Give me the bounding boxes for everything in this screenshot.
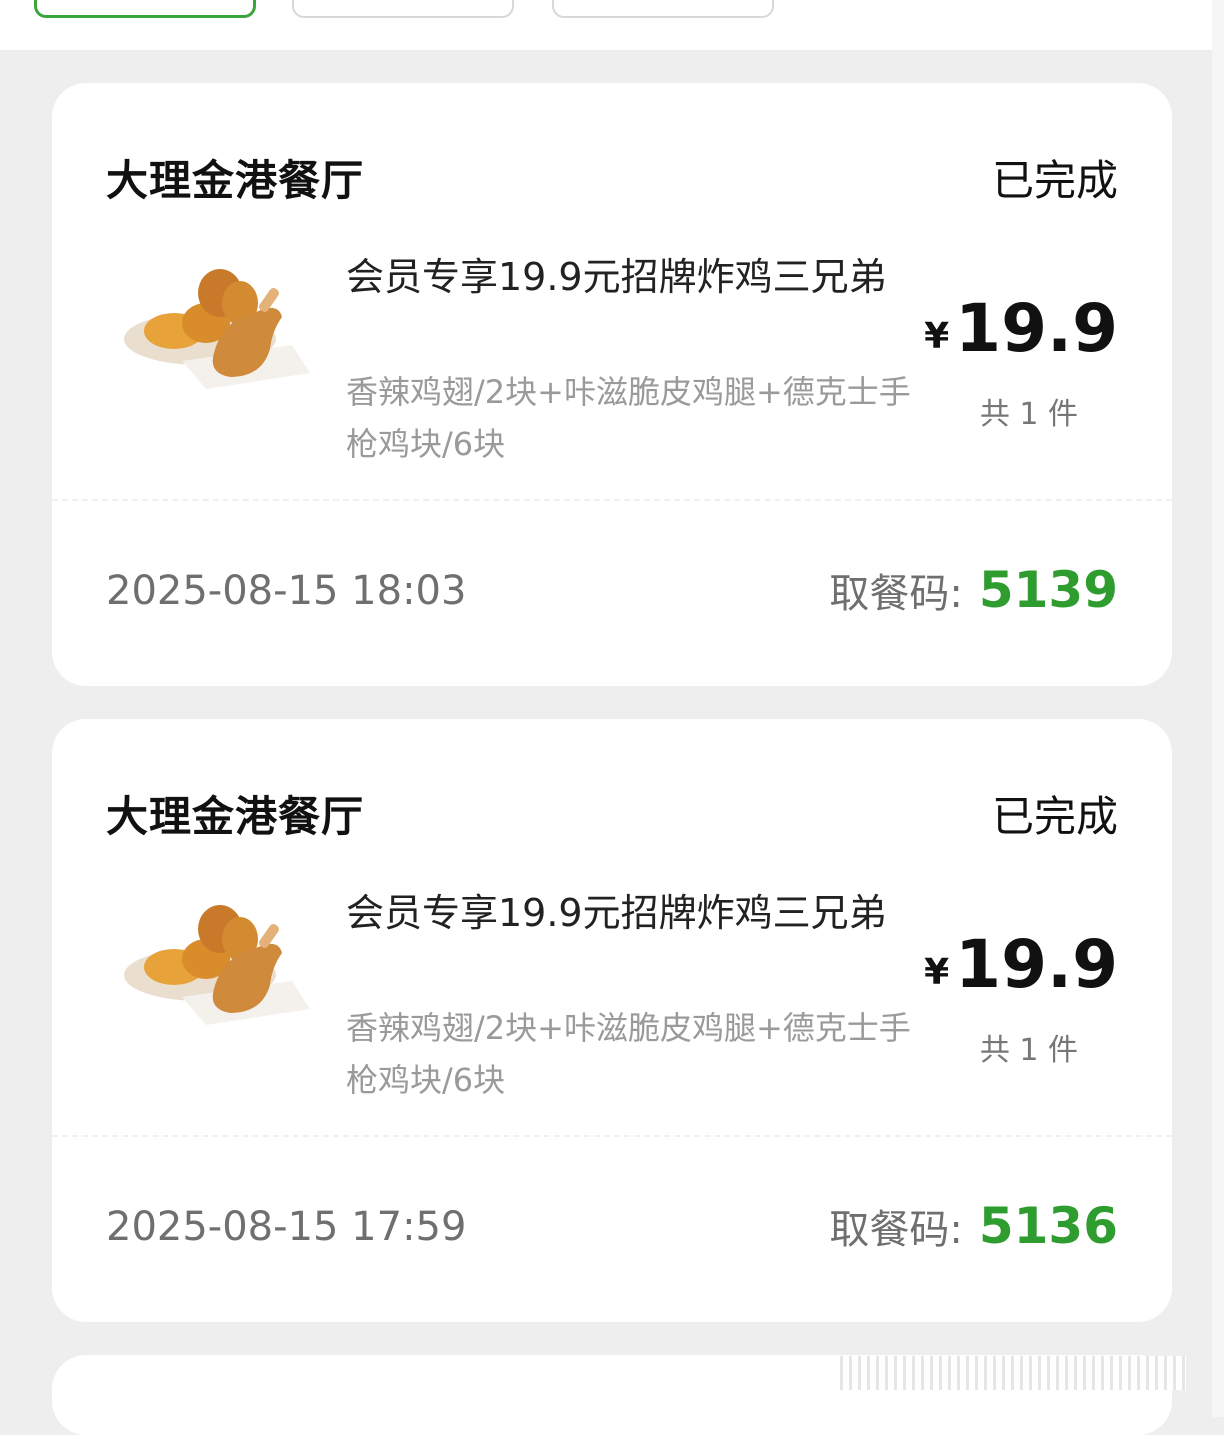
product-name: 会员专享19.9元招牌炸鸡三兄弟	[346, 891, 887, 935]
filter-tab-active[interactable]	[34, 0, 256, 18]
order-time: 2025-08-15 18:03	[106, 568, 467, 614]
currency-symbol: ¥	[924, 952, 950, 993]
filter-tab[interactable]	[292, 0, 514, 18]
price-amount: 19.9	[955, 290, 1118, 367]
order-status: 已完成	[991, 156, 1118, 205]
product-description: 香辣鸡翅/2块+咔滋脆皮鸡腿+德克士手枪鸡块/6块	[346, 1009, 911, 1099]
price-amount: 19.9	[955, 926, 1118, 1003]
fried-chicken-image	[124, 905, 310, 1025]
divider	[52, 1135, 1172, 1137]
store-name: 大理金港餐厅	[106, 792, 365, 841]
scrollbar[interactable]	[1212, 0, 1224, 1417]
pickup-code: 5139	[978, 561, 1118, 619]
order-status: 已完成	[991, 792, 1118, 841]
price: ¥ 19.9	[924, 293, 1118, 365]
order-card[interactable]: 大理金港餐厅 已完成 会员专享19.9元招牌炸鸡三兄弟 香辣鸡翅/2块+咔滋脆皮…	[52, 719, 1172, 1322]
store-name: 大理金港餐厅	[106, 156, 365, 205]
pickup-code: 5136	[978, 1197, 1118, 1255]
filter-tab[interactable]	[552, 0, 774, 18]
item-quantity: 共 1 件	[979, 397, 1078, 432]
item-quantity: 共 1 件	[979, 1033, 1078, 1068]
order-time: 2025-08-15 17:59	[106, 1204, 467, 1250]
watermark-strip	[840, 1356, 1186, 1390]
pickup-code-label: 取餐码:	[829, 571, 963, 617]
pickup-code-label: 取餐码:	[829, 1207, 963, 1253]
pickup-code-row: 取餐码: 5136	[829, 1197, 1118, 1255]
filter-bar	[0, 0, 1212, 50]
order-card[interactable]: 大理金港餐厅 已完成 会员专享19.9元招牌炸鸡三兄弟 香辣鸡翅/2块+咔滋脆皮…	[52, 83, 1172, 686]
price: ¥ 19.9	[924, 929, 1118, 1001]
product-description: 香辣鸡翅/2块+咔滋脆皮鸡腿+德克士手枪鸡块/6块	[346, 373, 911, 463]
product-name: 会员专享19.9元招牌炸鸡三兄弟	[346, 255, 887, 299]
fried-chicken-image	[124, 269, 310, 389]
pickup-code-row: 取餐码: 5139	[829, 561, 1118, 619]
currency-symbol: ¥	[924, 316, 950, 357]
divider	[52, 499, 1172, 501]
